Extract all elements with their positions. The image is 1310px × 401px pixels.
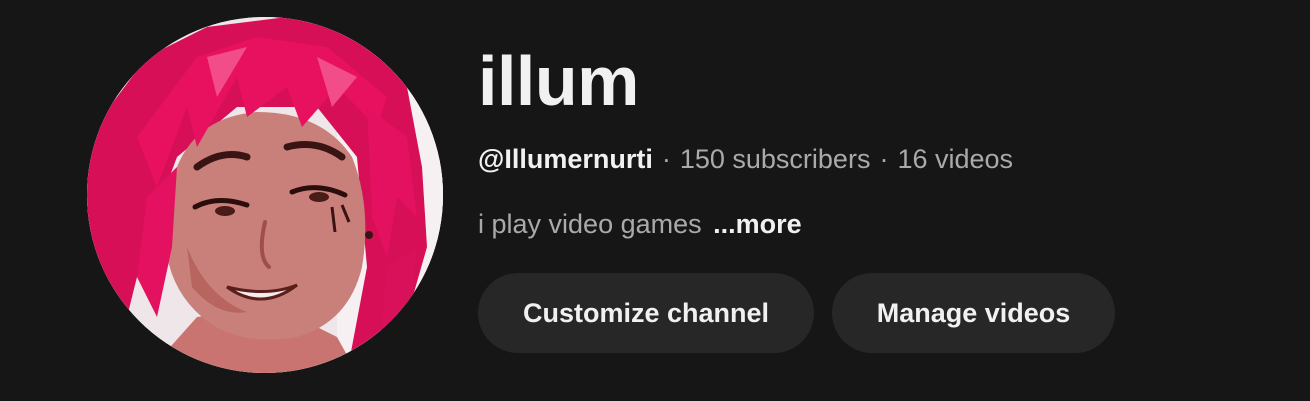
channel-avatar[interactable] bbox=[87, 17, 443, 373]
manage-videos-button[interactable]: Manage videos bbox=[832, 273, 1115, 353]
description-text: i play video games bbox=[478, 209, 702, 239]
channel-meta: @Illumernurti · 150 subscribers · 16 videos bbox=[478, 140, 1278, 178]
subscriber-count: 150 subscribers bbox=[679, 144, 871, 174]
channel-name: illum bbox=[478, 42, 639, 120]
separator-dot: · bbox=[661, 144, 671, 174]
channel-handle[interactable]: @Illumernurti bbox=[478, 144, 653, 174]
more-link[interactable]: ...more bbox=[713, 209, 802, 239]
video-count: 16 videos bbox=[897, 144, 1014, 174]
separator-dot: · bbox=[879, 144, 889, 174]
customize-channel-button[interactable]: Customize channel bbox=[478, 273, 814, 353]
avatar-illustration bbox=[87, 17, 443, 373]
channel-actions: Customize channel Manage videos bbox=[478, 273, 1115, 353]
channel-description[interactable]: i play video games ...more bbox=[478, 205, 1278, 243]
channel-header: illum @Illumernurti · 150 subscribers · 16 v… bbox=[0, 0, 1310, 401]
channel-info: illum @Illumernurti · 150 subscribers · 16 v… bbox=[478, 38, 1278, 243]
